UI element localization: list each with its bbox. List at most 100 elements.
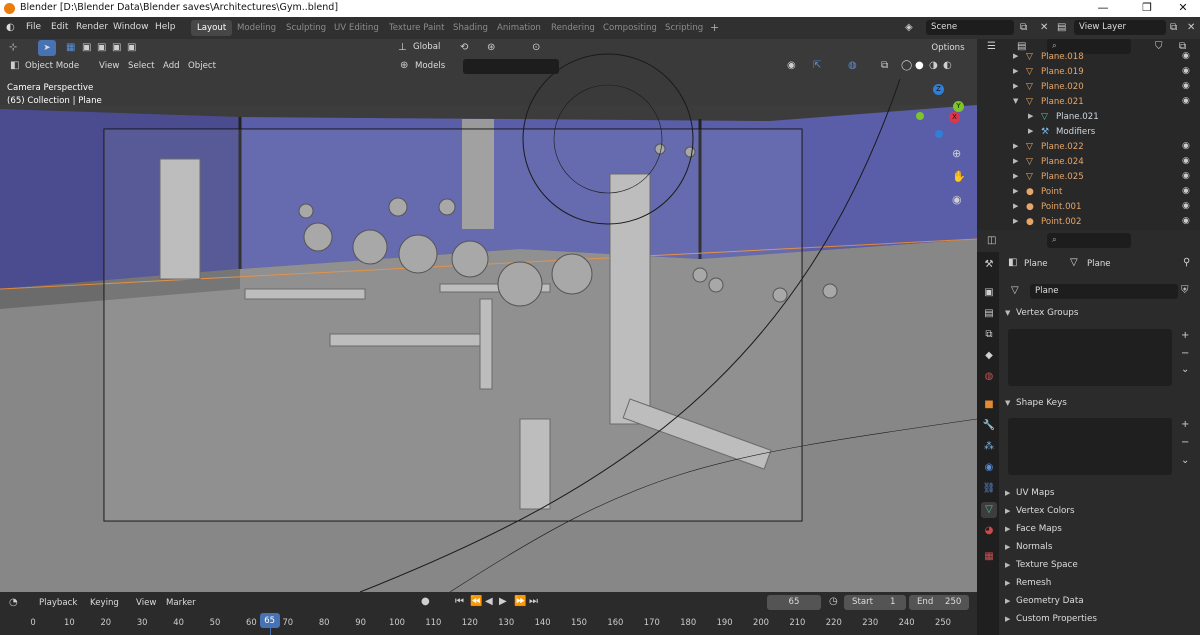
transform-orientation-dropdown[interactable]: Global — [408, 40, 454, 55]
outliner-row[interactable]: ▶ ● Point.002 ◉ — [977, 215, 1200, 230]
select-mode-extend-icon[interactable]: ▣ — [82, 42, 91, 54]
select-mode-invert-icon[interactable]: ▣ — [112, 42, 121, 54]
section-remesh[interactable]: ▶ Remesh — [1003, 575, 1196, 592]
section-shape-keys[interactable]: ▼ Shape Keys — [1003, 395, 1196, 412]
select-tool-icon[interactable]: ➤ — [38, 40, 56, 56]
outliner-row[interactable]: ▼ ▽ Plane.021 ◉ — [977, 95, 1200, 110]
menu-help[interactable]: Help — [155, 22, 176, 32]
physics-tab-icon[interactable]: ◉ — [981, 460, 997, 476]
tab-shading[interactable]: Shading — [447, 20, 494, 36]
delete-scene-icon[interactable]: ✕ — [1040, 22, 1048, 34]
visibility-eye-icon[interactable]: ◉ — [1182, 156, 1190, 166]
object-tab-icon[interactable]: ■ — [981, 397, 997, 413]
section-vertex-colors[interactable]: ▶ Vertex Colors — [1003, 503, 1196, 520]
timeline-ruler[interactable]: 0 10 20 30 40 50 60 65 70 80 90 100 110 120 130 140 150 1… — [0, 592, 977, 635]
expand-arrow-icon[interactable]: ▶ — [1013, 217, 1018, 225]
scene-field[interactable]: Scene — [926, 20, 1014, 35]
expand-arrow-icon[interactable]: ▶ — [1013, 142, 1018, 150]
collection-filter-dropdown[interactable]: Models — [415, 61, 445, 71]
expand-arrow-icon[interactable]: ▶ — [1013, 52, 1018, 60]
outliner-row[interactable]: ▶ ● Point ◉ — [977, 185, 1200, 200]
expand-arrow-icon[interactable]: ▶ — [1013, 82, 1018, 90]
pivot-point-icon[interactable]: ⟲ — [460, 42, 468, 54]
overlay-toggle-icon[interactable]: ◍ — [848, 60, 857, 72]
mesh-name-field[interactable]: Plane — [1030, 284, 1178, 299]
visibility-eye-icon[interactable]: ◉ — [1182, 171, 1190, 181]
expand-arrow-icon[interactable]: ▶ — [1013, 172, 1018, 180]
visibility-eye-icon[interactable]: ◉ — [1182, 141, 1190, 151]
vertex-group-menu-icon[interactable]: ⌄ — [1181, 364, 1189, 376]
world-tab-icon[interactable]: ◍ — [981, 369, 997, 385]
gizmo-x-axis[interactable]: X — [949, 112, 960, 123]
3d-viewport[interactable]: ⊹ ➤ ▦ ▣ ▣ ▣ ▣ ⊥ Global ⟲ ⊛ ⊙ Options ◧ O… — [0, 39, 977, 592]
tab-rendering[interactable]: Rendering — [545, 20, 601, 36]
shape-key-menu-icon[interactable]: ⌄ — [1181, 455, 1189, 467]
new-scene-icon[interactable]: ⧉ — [1020, 22, 1027, 34]
fake-user-shield-icon[interactable]: ⛨ — [1181, 285, 1189, 297]
tab-animation[interactable]: Animation — [491, 20, 547, 36]
outliner-row[interactable]: ▶ ⚒ Modifiers — [977, 125, 1200, 140]
tab-layout[interactable]: Layout — [191, 20, 233, 36]
expand-arrow-icon[interactable]: ▶ — [1013, 187, 1018, 195]
expand-arrow-icon[interactable]: ▶ — [1028, 112, 1033, 120]
shading-material-icon[interactable]: ◑ — [929, 60, 938, 72]
menu-add[interactable]: Add — [163, 61, 180, 71]
tool-tab-icon[interactable]: ⚒ — [981, 257, 997, 273]
options-dropdown[interactable]: Options — [924, 40, 972, 56]
render-tab-icon[interactable]: ▣ — [981, 285, 997, 301]
object-visibility-icon[interactable]: ◉ — [787, 60, 796, 72]
visibility-eye-icon[interactable]: ◉ — [1182, 201, 1190, 211]
section-custom-properties[interactable]: ▶ Custom Properties — [1003, 611, 1196, 628]
delete-view-layer-icon[interactable]: ✕ — [1187, 22, 1195, 34]
outliner-row[interactable]: ▶ ▽ Plane.021 — [977, 110, 1200, 125]
shape-keys-list[interactable] — [1008, 418, 1172, 475]
select-mode-box-icon[interactable]: ▦ — [66, 42, 75, 54]
shading-solid-icon[interactable]: ● — [915, 60, 924, 72]
snap-icon[interactable]: ⊛ — [487, 42, 495, 54]
gizmo-z-axis[interactable]: Z — [933, 84, 944, 95]
vertex-group-add-icon[interactable]: + — [1181, 330, 1189, 342]
menu-window[interactable]: Window — [113, 22, 149, 32]
minimize-button[interactable]: — — [1090, 1, 1116, 14]
mesh-data-tab-icon[interactable]: ▽ — [981, 502, 997, 518]
tab-sculpting[interactable]: Sculpting — [280, 20, 332, 36]
pin-icon[interactable]: ⚲ — [1183, 257, 1190, 269]
view-layer-field[interactable]: View Layer — [1074, 20, 1166, 35]
navigation-gizmo[interactable]: Z Y X — [913, 84, 968, 139]
gizmo-neg-y-axis[interactable] — [916, 112, 924, 120]
menu-render[interactable]: Render — [76, 22, 108, 32]
maximize-button[interactable]: ❐ — [1134, 1, 1160, 14]
vertex-group-remove-icon[interactable]: − — [1181, 348, 1189, 360]
menu-select[interactable]: Select — [128, 61, 155, 71]
tab-modeling[interactable]: Modeling — [231, 20, 282, 36]
pan-hand-icon[interactable]: ✋ — [952, 171, 966, 183]
zoom-icon[interactable]: ⊕ — [952, 148, 961, 160]
close-window-button[interactable]: ✕ — [1170, 1, 1196, 14]
properties-editor-type-icon[interactable]: ◫ — [987, 235, 996, 247]
tab-compositing[interactable]: Compositing — [597, 20, 663, 36]
proportional-editing-icon[interactable]: ⊙ — [532, 42, 540, 54]
menu-view[interactable]: View — [99, 61, 119, 71]
collapse-arrow-icon[interactable]: ▼ — [1013, 97, 1018, 105]
vertex-groups-list[interactable] — [1008, 329, 1172, 386]
scene-icon[interactable]: ◈ — [905, 22, 913, 34]
scene-tab-icon[interactable]: ◆ — [981, 348, 997, 364]
visibility-eye-icon[interactable]: ◉ — [1182, 81, 1190, 91]
tab-uv-editing[interactable]: UV Editing — [328, 20, 385, 36]
mesh-browse-icon[interactable]: ▽ — [1011, 285, 1019, 297]
outliner-row[interactable]: ▶ ▽ Plane.018 ◉ — [977, 51, 1200, 65]
gizmo-toggle-icon[interactable]: ⇱ — [813, 60, 821, 72]
expand-arrow-icon[interactable]: ▶ — [1013, 157, 1018, 165]
new-view-layer-icon[interactable]: ⧉ — [1170, 22, 1177, 34]
visibility-eye-icon[interactable]: ◉ — [1182, 216, 1190, 226]
view-layer-icon[interactable]: ▤ — [1057, 22, 1066, 34]
section-face-maps[interactable]: ▶ Face Maps — [1003, 521, 1196, 538]
section-uv-maps[interactable]: ▶ UV Maps — [1003, 485, 1196, 502]
expand-arrow-icon[interactable]: ▶ — [1013, 202, 1018, 210]
camera-view-icon[interactable]: ◉ — [952, 194, 962, 206]
outliner-row[interactable]: ▶ ▽ Plane.022 ◉ — [977, 140, 1200, 155]
select-mode-subtract-icon[interactable]: ▣ — [97, 42, 106, 54]
visibility-eye-icon[interactable]: ◉ — [1182, 66, 1190, 76]
material-tab-icon[interactable]: ◕ — [981, 523, 997, 539]
tab-scripting[interactable]: Scripting — [659, 20, 709, 36]
